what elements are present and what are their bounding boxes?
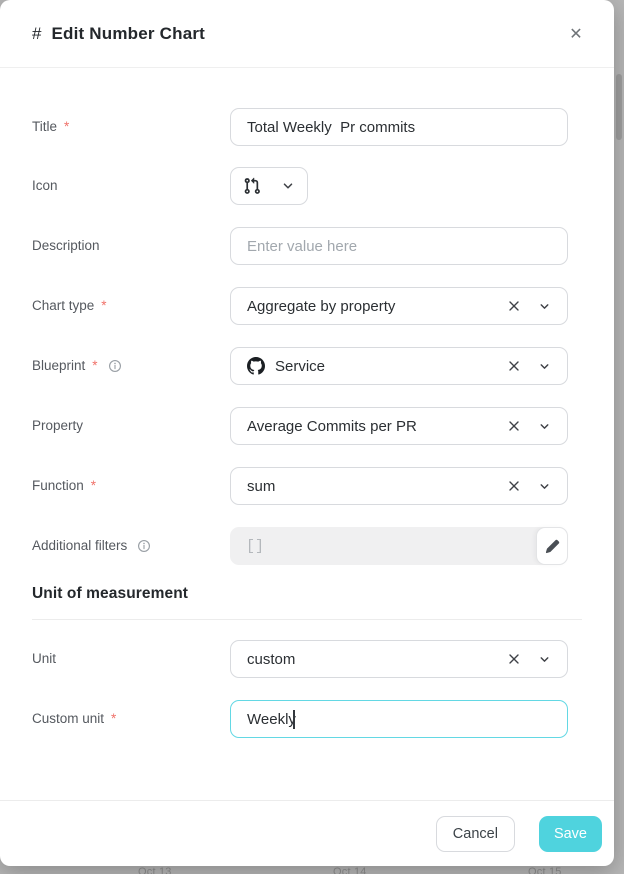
title-label-text: Title [32, 108, 57, 146]
chevron-down-icon[interactable] [535, 417, 553, 435]
property-select[interactable]: Average Commits per PR [230, 407, 568, 445]
blueprint-value: Service [275, 358, 325, 375]
info-icon[interactable] [108, 359, 122, 373]
chevron-down-icon[interactable] [535, 477, 553, 495]
unit-section-title: Unit of measurement [32, 585, 188, 603]
bg-axis-label: Oct 13 [138, 866, 172, 874]
modal-title: Edit Number Chart [51, 24, 205, 44]
clear-icon[interactable] [505, 650, 523, 668]
function-value: sum [247, 478, 275, 495]
unit-label-text: Unit [32, 640, 56, 678]
function-select[interactable]: sum [230, 467, 568, 505]
additional-filters-label-text: Additional filters [32, 527, 127, 565]
property-label: Property [32, 407, 83, 445]
git-pull-request-icon [243, 177, 261, 195]
custom-unit-input[interactable] [230, 700, 568, 738]
icon-label: Icon [32, 167, 58, 205]
section-divider [32, 619, 582, 620]
unit-select[interactable]: custom [230, 640, 568, 678]
chart-type-select[interactable]: Aggregate by property [230, 287, 568, 325]
blueprint-select[interactable]: Service [230, 347, 568, 385]
blueprint-label-text: Blueprint [32, 347, 85, 385]
chart-type-label-text: Chart type [32, 287, 94, 325]
function-label: Function* [32, 467, 96, 505]
clear-icon[interactable] [505, 477, 523, 495]
description-label-text: Description [32, 227, 100, 265]
bg-axis-label: Oct 14 [333, 866, 367, 874]
required-marker: * [111, 700, 116, 738]
number-chart-icon: # [32, 24, 41, 44]
custom-unit-label-text: Custom unit [32, 700, 104, 738]
pencil-icon [545, 539, 560, 554]
function-label-text: Function [32, 467, 84, 505]
required-marker: * [64, 108, 69, 146]
edit-number-chart-modal: # Edit Number Chart ✕ Title * Icon Descri… [0, 0, 614, 866]
cancel-button[interactable]: Cancel [436, 816, 515, 852]
text-caret [293, 710, 295, 729]
chevron-down-icon[interactable] [535, 357, 553, 375]
icon-label-text: Icon [32, 167, 58, 205]
unit-value: custom [247, 651, 295, 668]
info-icon[interactable] [137, 539, 151, 553]
bg-axis-label: Oct 15 [528, 866, 562, 874]
custom-unit-wrap [230, 700, 568, 738]
chevron-down-icon[interactable] [535, 297, 553, 315]
page-scrollbar-thumb[interactable] [616, 74, 622, 140]
chart-type-value: Aggregate by property [247, 298, 395, 315]
edit-filters-button[interactable] [536, 527, 568, 565]
chevron-down-icon[interactable] [535, 650, 553, 668]
required-marker: * [92, 347, 97, 385]
close-icon[interactable]: ✕ [564, 22, 588, 46]
chevron-down-icon [281, 179, 295, 193]
save-button[interactable]: Save [539, 816, 602, 852]
description-label: Description [32, 227, 100, 265]
property-label-text: Property [32, 407, 83, 445]
description-input[interactable] [230, 227, 568, 265]
clear-icon[interactable] [505, 417, 523, 435]
additional-filters-label: Additional filters [32, 527, 151, 565]
required-marker: * [91, 467, 96, 505]
unit-label: Unit [32, 640, 56, 678]
clear-icon[interactable] [505, 357, 523, 375]
icon-select[interactable] [230, 167, 308, 205]
title-label: Title * [32, 108, 69, 146]
modal-header: # Edit Number Chart ✕ [0, 0, 614, 68]
custom-unit-label: Custom unit* [32, 700, 116, 738]
modal-footer: Cancel Save [0, 800, 614, 866]
clear-icon[interactable] [505, 297, 523, 315]
required-marker: * [101, 287, 106, 325]
additional-filters-input [230, 527, 568, 565]
title-input[interactable] [230, 108, 568, 146]
github-icon [247, 357, 265, 375]
property-value: Average Commits per PR [247, 418, 417, 435]
chart-type-label: Chart type* [32, 287, 107, 325]
blueprint-label: Blueprint* [32, 347, 122, 385]
